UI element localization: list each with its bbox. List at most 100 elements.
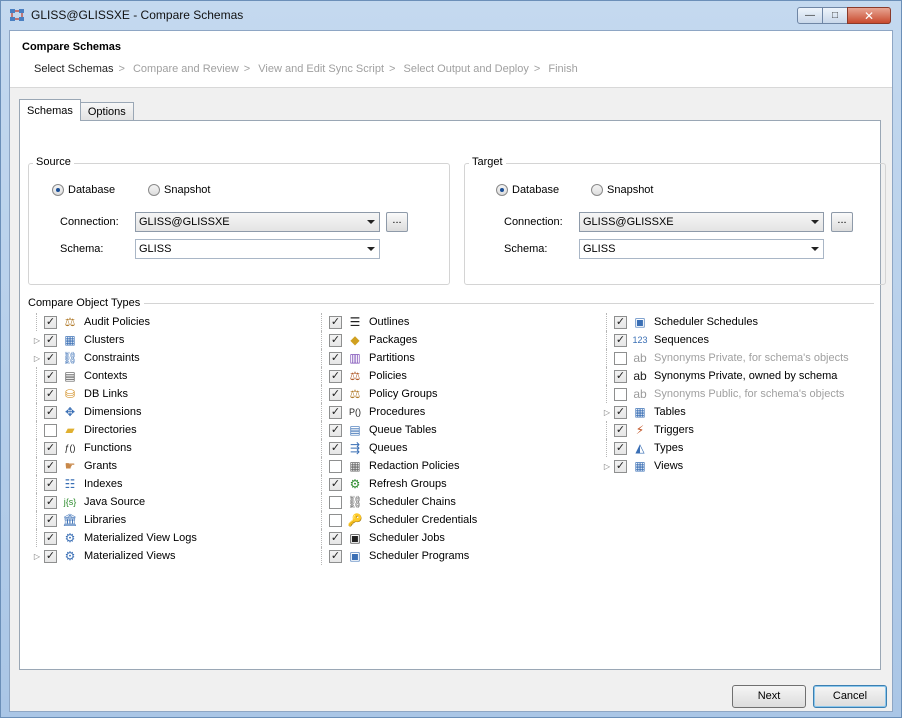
- checkbox-policy-groups[interactable]: ✓: [329, 387, 342, 401]
- policies-icon: ⚖: [349, 369, 361, 383]
- checkbox-scheduler-schedules[interactable]: ✓: [614, 315, 627, 329]
- target-group-label: Target: [469, 156, 506, 168]
- cancel-button[interactable]: Cancel: [813, 685, 887, 708]
- object-type-label: Scheduler Schedules: [654, 316, 758, 328]
- object-type-label: Queue Tables: [369, 424, 437, 436]
- checkbox-materialized-views[interactable]: ✓: [44, 549, 57, 563]
- checkbox-functions[interactable]: ✓: [44, 441, 57, 455]
- window-title: GLISS@GLISSXE - Compare Schemas: [31, 8, 244, 22]
- next-button[interactable]: Next: [732, 685, 806, 708]
- checkbox-contexts[interactable]: ✓: [44, 369, 57, 383]
- expand-triangle-icon[interactable]: ▷: [602, 462, 612, 471]
- minimize-button[interactable]: —: [797, 7, 823, 24]
- procedures-icon: P(): [349, 407, 361, 417]
- radio-selected-icon: [52, 184, 64, 196]
- target-database-radio[interactable]: Database: [496, 184, 559, 196]
- grants-icon: ☛: [64, 459, 76, 473]
- expand-triangle-icon[interactable]: ▷: [32, 552, 42, 561]
- target-snapshot-radio[interactable]: Snapshot: [591, 184, 653, 196]
- checkbox-policies[interactable]: ✓: [329, 369, 342, 383]
- expand-triangle-icon[interactable]: ▷: [602, 408, 612, 417]
- checkbox-directories[interactable]: [44, 423, 57, 437]
- object-type-row-policy-groups: ✓ ⚖ Policy Groups: [317, 385, 477, 403]
- tree-line: [321, 349, 327, 367]
- checkbox-queues[interactable]: ✓: [329, 441, 342, 455]
- checkbox-materialized-view-logs[interactable]: ✓: [44, 531, 57, 545]
- tree-line: [606, 349, 612, 367]
- object-type-row-clusters: ▷ ✓ ▦ Clusters: [32, 331, 197, 349]
- checkbox-scheduler-programs[interactable]: ✓: [329, 549, 342, 563]
- source-schema-select[interactable]: GLISS: [135, 239, 380, 259]
- checkbox-clusters[interactable]: ✓: [44, 333, 57, 347]
- object-type-row-views: ▷ ✓ ▦ Views: [602, 457, 849, 475]
- tree-line: [321, 421, 327, 439]
- checkbox-types[interactable]: ✓: [614, 441, 627, 455]
- source-database-radio[interactable]: Database: [52, 184, 115, 196]
- tab-options[interactable]: Options: [79, 102, 134, 121]
- object-type-row-materialized-view-logs: ✓ ⚙ Materialized View Logs: [32, 529, 197, 547]
- libraries-icon: 🏛: [62, 513, 78, 527]
- object-type-label: Policy Groups: [369, 388, 438, 400]
- tree-line: [321, 439, 327, 457]
- checkbox-triggers[interactable]: ✓: [614, 423, 627, 437]
- checkbox-java-source[interactable]: ✓: [44, 495, 57, 509]
- source-connection-browse-button[interactable]: ...: [386, 212, 408, 232]
- target-schema-value: GLISS: [583, 243, 616, 255]
- checkbox-indexes[interactable]: ✓: [44, 477, 57, 491]
- target-connection-select[interactable]: GLISS@GLISSXE: [579, 212, 824, 232]
- checkbox-scheduler-jobs[interactable]: ✓: [329, 531, 342, 545]
- object-type-row-synonyms-private-for-schema-s-objects: ab Synonyms Private, for schema's objects: [602, 349, 849, 367]
- checkbox-redaction-policies[interactable]: [329, 459, 342, 473]
- checkbox-libraries[interactable]: ✓: [44, 513, 57, 527]
- checkbox-tables[interactable]: ✓: [614, 405, 627, 419]
- checkbox-constraints[interactable]: ✓: [44, 351, 57, 365]
- object-type-row-scheduler-jobs: ✓ ▣ Scheduler Jobs: [317, 529, 477, 547]
- object-type-label: Synonyms Public, for schema's objects: [654, 388, 845, 400]
- checkbox-audit-policies[interactable]: ✓: [44, 315, 57, 329]
- object-type-label: Libraries: [84, 514, 127, 526]
- checkbox-db-links[interactable]: ✓: [44, 387, 57, 401]
- tables-icon: ▦: [634, 405, 646, 419]
- checkbox-sequences[interactable]: ✓: [614, 333, 627, 347]
- object-type-row-sequences: ✓ 123 Sequences: [602, 331, 849, 349]
- functions-icon: ƒ(): [64, 443, 76, 453]
- checkbox-dimensions[interactable]: ✓: [44, 405, 57, 419]
- checkbox-synonyms-private-for-schema-s-objects: [614, 351, 627, 365]
- title-bar[interactable]: GLISS@GLISSXE - Compare Schemas — □ ✕: [1, 1, 901, 30]
- expand-triangle-icon[interactable]: ▷: [32, 336, 42, 345]
- checkbox-packages[interactable]: ✓: [329, 333, 342, 347]
- maximize-button[interactable]: □: [822, 7, 848, 24]
- scheduler-jobs-icon: ▣: [349, 531, 361, 545]
- tree-line: [321, 313, 327, 331]
- object-type-row-constraints: ▷ ✓ ⛓ Constraints: [32, 349, 197, 367]
- checkbox-refresh-groups[interactable]: ✓: [329, 477, 342, 491]
- checkbox-partitions[interactable]: ✓: [329, 351, 342, 365]
- checkbox-synonyms-private-owned-by-schema[interactable]: ✓: [614, 369, 627, 383]
- target-connection-browse-button[interactable]: ...: [831, 212, 853, 232]
- source-snapshot-radio[interactable]: Snapshot: [148, 184, 210, 196]
- tree-line: [321, 547, 327, 565]
- target-schema-select[interactable]: GLISS: [579, 239, 824, 259]
- target-group: Target Database Snapshot Connection: GLI…: [464, 156, 886, 285]
- close-button[interactable]: ✕: [847, 7, 891, 24]
- source-connection-value: GLISS@GLISSXE: [139, 216, 230, 228]
- checkbox-scheduler-chains[interactable]: [329, 495, 342, 509]
- checkbox-queue-tables[interactable]: ✓: [329, 423, 342, 437]
- tree-line: [36, 313, 42, 331]
- tab-schemas[interactable]: Schemas: [19, 99, 81, 121]
- target-connection-label: Connection:: [504, 216, 563, 228]
- step-select-schemas: Select Schemas: [34, 63, 114, 75]
- checkbox-grants[interactable]: ✓: [44, 459, 57, 473]
- checkbox-outlines[interactable]: ✓: [329, 315, 342, 329]
- wizard-header: Compare Schemas Select Schemas > Compare …: [10, 31, 892, 88]
- checkbox-scheduler-credentials[interactable]: [329, 513, 342, 527]
- expand-triangle-icon[interactable]: ▷: [32, 354, 42, 363]
- contexts-icon: ▤: [64, 369, 76, 383]
- tree-line: [36, 511, 42, 529]
- materialized-view-logs-icon: ⚙: [64, 531, 76, 545]
- object-type-row-types: ✓ ◭ Types: [602, 439, 849, 457]
- object-type-row-scheduler-schedules: ✓ ▣ Scheduler Schedules: [602, 313, 849, 331]
- source-connection-select[interactable]: GLISS@GLISSXE: [135, 212, 380, 232]
- checkbox-procedures[interactable]: ✓: [329, 405, 342, 419]
- checkbox-views[interactable]: ✓: [614, 459, 627, 473]
